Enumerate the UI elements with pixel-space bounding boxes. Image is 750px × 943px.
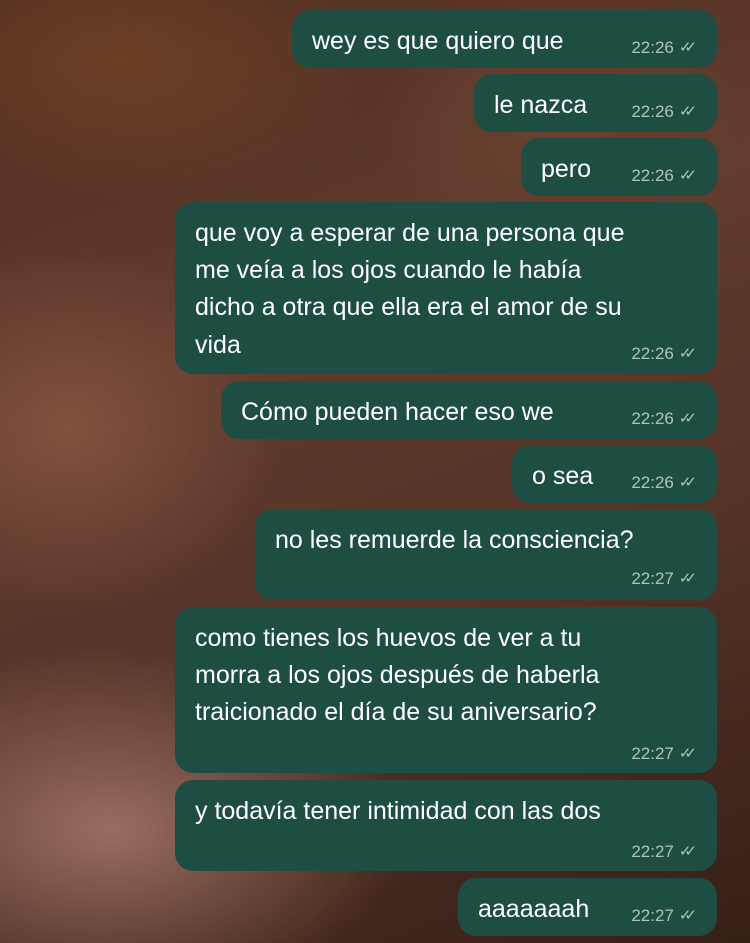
- message-text: pero: [541, 155, 592, 183]
- message-text: o sea: [532, 462, 594, 490]
- message-text: le nazca: [494, 91, 588, 119]
- outgoing-message[interactable]: pero 22:26 ✓✓: [521, 138, 717, 196]
- message-meta: 22:27 ✓✓: [631, 906, 697, 926]
- message-text-line: me veía a los ojos cuando le había: [195, 256, 582, 284]
- message-time: 22:26: [631, 102, 674, 121]
- message-text: no les remuerde la consciencia?: [275, 526, 634, 554]
- message-meta: 22:26 ✓✓: [631, 473, 697, 493]
- message-meta: 22:27 ✓✓: [631, 842, 697, 862]
- message-time: 22:27: [631, 906, 674, 925]
- double-check-icon: ✓✓: [678, 474, 697, 491]
- double-check-icon: ✓✓: [678, 345, 697, 362]
- message-meta: 22:26 ✓✓: [631, 38, 697, 58]
- message-time: 22:27: [631, 842, 674, 861]
- message-text-line: vida: [195, 331, 241, 359]
- message-time: 22:26: [631, 409, 674, 428]
- message-text: Cómo pueden hacer eso we: [241, 398, 554, 426]
- message-time: 22:27: [631, 744, 674, 763]
- message-text-line: dicho a otra que ella era el amor de su: [195, 293, 622, 321]
- message-time: 22:26: [631, 166, 674, 185]
- double-check-icon: ✓✓: [678, 570, 697, 587]
- message-text-line: traicionado el día de su aniversario?: [195, 698, 597, 726]
- message-text-line: que voy a esperar de una persona que: [195, 219, 625, 247]
- double-check-icon: ✓✓: [678, 103, 697, 120]
- outgoing-message[interactable]: como tienes los huevos de ver a tu morra…: [175, 607, 717, 773]
- double-check-icon: ✓✓: [678, 907, 697, 924]
- message-text-line: como tienes los huevos de ver a tu: [195, 624, 582, 652]
- message-time: 22:26: [631, 344, 674, 363]
- message-meta: 22:27 ✓✓: [631, 569, 697, 589]
- message-meta: 22:26 ✓✓: [631, 166, 697, 186]
- message-time: 22:27: [631, 569, 674, 588]
- outgoing-message[interactable]: y todavía tener intimidad con las dos 22…: [175, 780, 717, 871]
- outgoing-message[interactable]: wey es que quiero que 22:26 ✓✓: [292, 10, 717, 68]
- message-text: y todavía tener intimidad con las dos: [195, 797, 601, 825]
- message-meta: 22:26 ✓✓: [631, 344, 697, 364]
- message-time: 22:26: [631, 38, 674, 57]
- double-check-icon: ✓✓: [678, 39, 697, 56]
- outgoing-message[interactable]: no les remuerde la consciencia? 22:27 ✓✓: [255, 509, 717, 600]
- double-check-icon: ✓✓: [678, 167, 697, 184]
- double-check-icon: ✓✓: [678, 410, 697, 427]
- outgoing-message[interactable]: le nazca 22:26 ✓✓: [474, 74, 717, 132]
- message-time: 22:26: [631, 473, 674, 492]
- outgoing-message[interactable]: que voy a esperar de una persona que me …: [175, 202, 717, 374]
- message-meta: 22:27 ✓✓: [631, 744, 697, 764]
- message-meta: 22:26 ✓✓: [631, 409, 697, 429]
- message-text: wey es que quiero que: [312, 27, 564, 55]
- message-text-line: morra a los ojos después de haberla: [195, 661, 600, 689]
- double-check-icon: ✓✓: [678, 843, 697, 860]
- outgoing-message[interactable]: aaaaaaah 22:27 ✓✓: [458, 878, 717, 936]
- double-check-icon: ✓✓: [678, 745, 697, 762]
- message-meta: 22:26 ✓✓: [631, 102, 697, 122]
- outgoing-message[interactable]: o sea 22:26 ✓✓: [512, 445, 717, 503]
- message-text: aaaaaaah: [478, 895, 590, 923]
- outgoing-message[interactable]: Cómo pueden hacer eso we 22:26 ✓✓: [221, 381, 717, 439]
